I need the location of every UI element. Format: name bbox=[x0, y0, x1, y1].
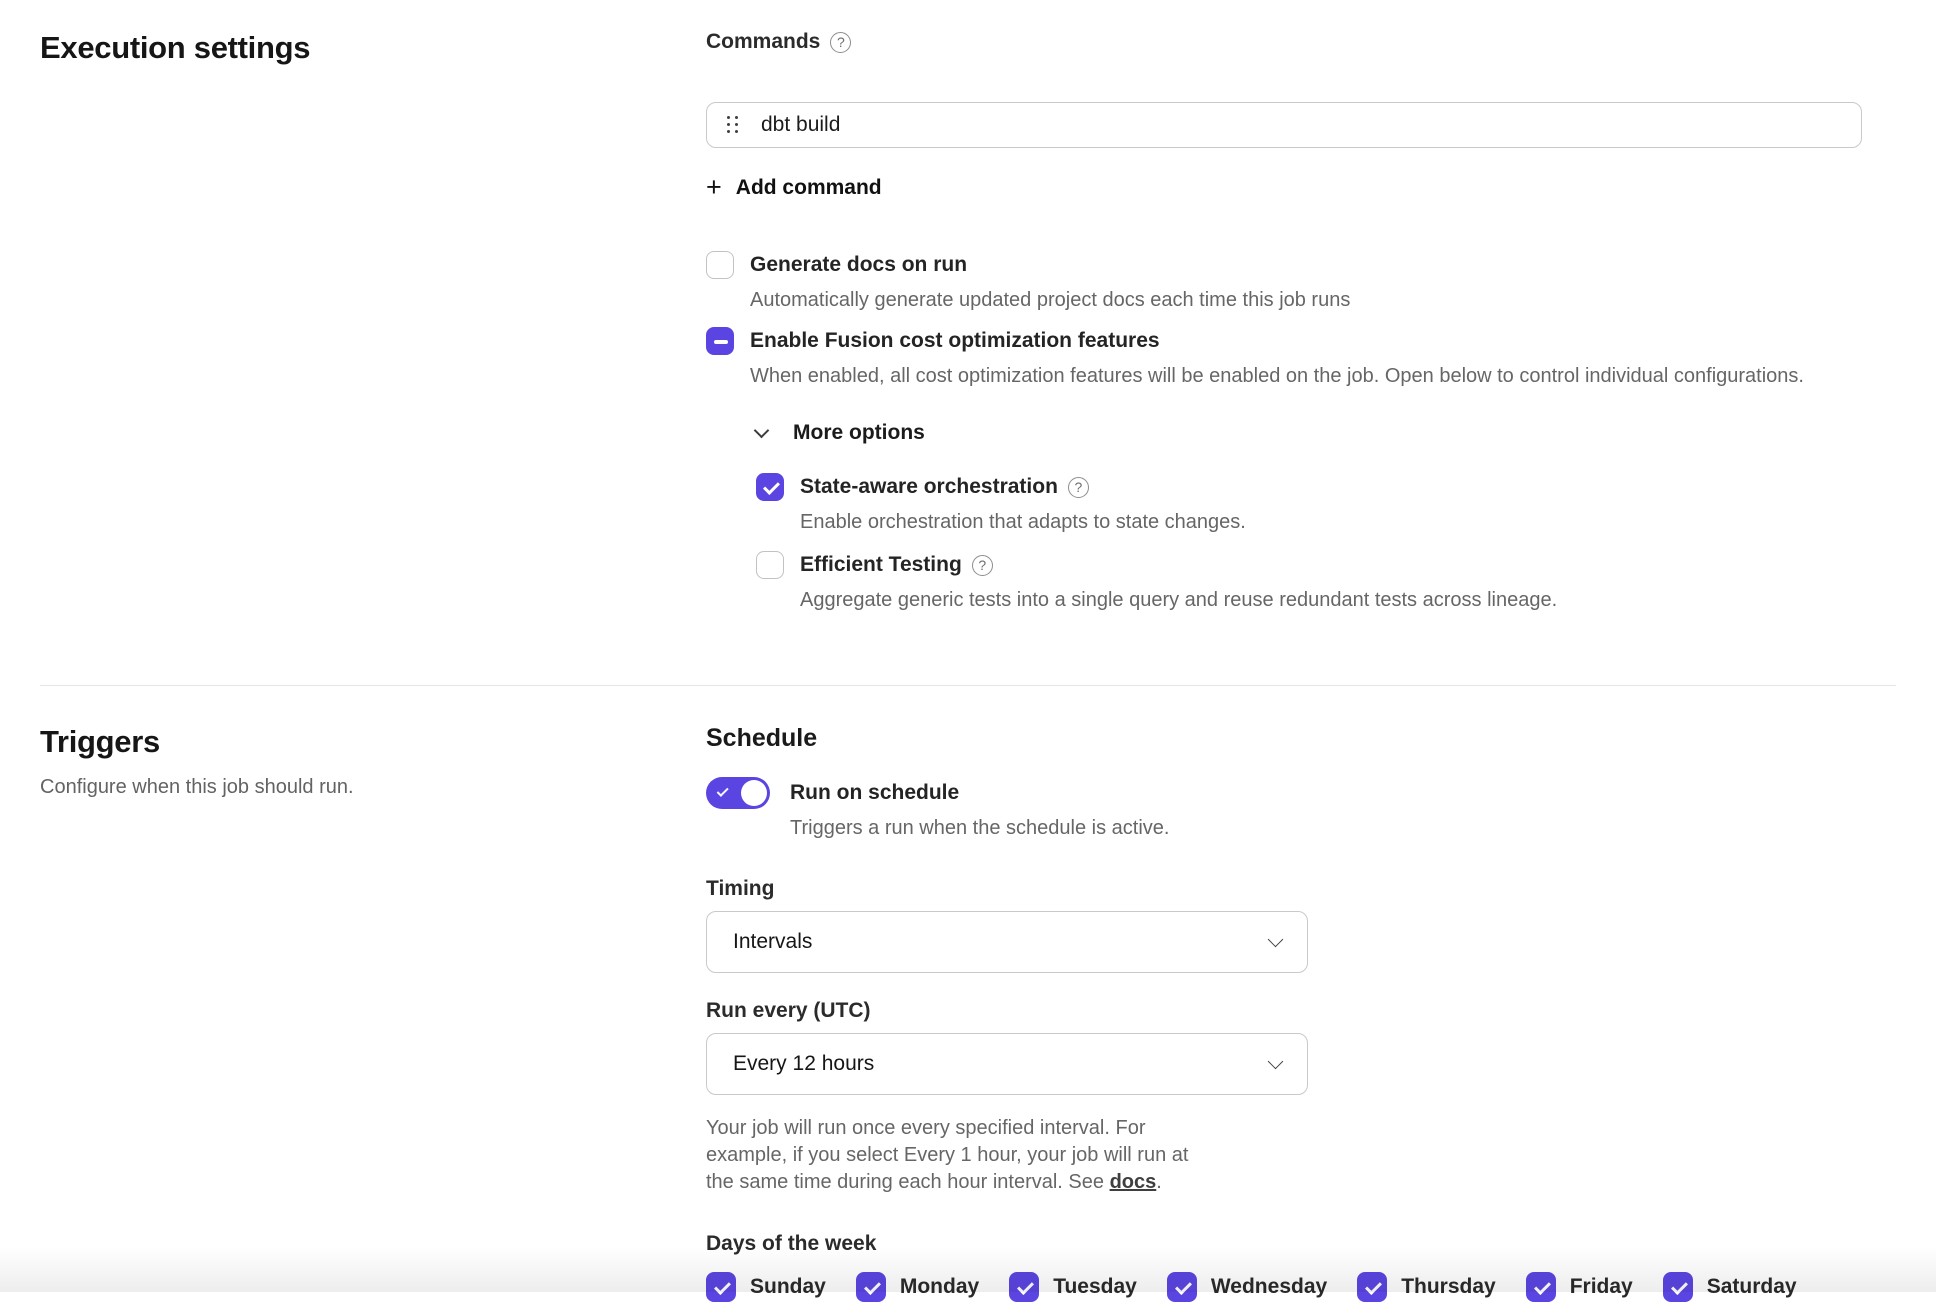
state-aware-orchestration-label: State-aware orchestration bbox=[800, 473, 1058, 501]
tuesday-label: Tuesday bbox=[1053, 1275, 1137, 1299]
more-options-panel: State-aware orchestration ? Enable orche… bbox=[756, 473, 1896, 613]
more-options-label: More options bbox=[793, 421, 925, 445]
triggers-title: Triggers bbox=[40, 724, 706, 760]
day-item-friday: Friday bbox=[1526, 1272, 1633, 1302]
triggers-subtitle: Configure when this job should run. bbox=[40, 776, 706, 799]
add-command-button[interactable]: + Add command bbox=[706, 174, 882, 201]
triggers-left-column: Triggers Configure when this job should … bbox=[40, 724, 706, 1302]
chevron-down-icon bbox=[754, 422, 770, 438]
efficient-testing-help-icon[interactable]: ? bbox=[972, 555, 993, 576]
sunday-label: Sunday bbox=[750, 1275, 826, 1299]
timing-select[interactable]: Intervals bbox=[706, 911, 1308, 973]
generate-docs-description: Automatically generate updated project d… bbox=[750, 287, 1350, 313]
state-aware-orchestration-description: Enable orchestration that adapts to stat… bbox=[800, 509, 1246, 535]
run-every-label: Run every (UTC) bbox=[706, 999, 1896, 1023]
run-on-schedule-toggle[interactable] bbox=[706, 777, 770, 809]
chevron-down-icon bbox=[1268, 1054, 1284, 1070]
commands-label-row: Commands ? bbox=[706, 30, 1896, 54]
add-command-label: Add command bbox=[736, 176, 882, 200]
chevron-down-icon bbox=[1268, 932, 1284, 948]
monday-label: Monday bbox=[900, 1275, 979, 1299]
command-input[interactable]: dbt build bbox=[706, 102, 1862, 148]
docs-link[interactable]: docs bbox=[1110, 1171, 1157, 1193]
toggle-check-icon bbox=[717, 785, 729, 797]
saturday-label: Saturday bbox=[1707, 1275, 1797, 1299]
commands-help-icon[interactable]: ? bbox=[830, 32, 851, 53]
interval-helper-text: Your job will run once every specified i… bbox=[706, 1115, 1204, 1196]
option-generate-docs: Generate docs on run Automatically gener… bbox=[706, 251, 1896, 313]
state-aware-orchestration-help-icon[interactable]: ? bbox=[1068, 477, 1089, 498]
fusion-cost-optimization-label: Enable Fusion cost optimization features bbox=[750, 327, 1160, 355]
execution-settings-section: Execution settings Commands ? dbt build … bbox=[40, 0, 1896, 629]
drag-handle-icon[interactable] bbox=[727, 116, 739, 134]
toggle-knob bbox=[741, 780, 767, 806]
triggers-section: Triggers Configure when this job should … bbox=[40, 686, 1896, 1302]
day-item-tuesday: Tuesday bbox=[1009, 1272, 1137, 1302]
thursday-label: Thursday bbox=[1401, 1275, 1496, 1299]
state-aware-orchestration-checkbox[interactable] bbox=[756, 473, 784, 501]
timing-label: Timing bbox=[706, 877, 1896, 901]
schedule-title: Schedule bbox=[706, 724, 1896, 753]
execution-settings-right-column: Commands ? dbt build + Add command Gener… bbox=[706, 30, 1896, 629]
efficient-testing-description: Aggregate generic tests into a single qu… bbox=[800, 587, 1557, 613]
thursday-checkbox[interactable] bbox=[1357, 1272, 1387, 1302]
job-settings-page: Execution settings Commands ? dbt build … bbox=[0, 0, 1936, 1302]
run-every-select[interactable]: Every 12 hours bbox=[706, 1033, 1308, 1095]
command-value[interactable]: dbt build bbox=[761, 113, 840, 137]
day-item-monday: Monday bbox=[856, 1272, 979, 1302]
day-item-wednesday: Wednesday bbox=[1167, 1272, 1327, 1302]
triggers-right-column: Schedule Run on schedule Triggers a run … bbox=[706, 724, 1896, 1302]
more-options-expander[interactable]: More options bbox=[756, 421, 925, 445]
friday-checkbox[interactable] bbox=[1526, 1272, 1556, 1302]
fusion-cost-optimization-description: When enabled, all cost optimization feat… bbox=[750, 363, 1804, 389]
run-on-schedule-label: Run on schedule bbox=[790, 777, 1169, 809]
days-of-week-row: Sunday Monday Tuesday Wednesday Thursday bbox=[706, 1272, 1896, 1302]
option-efficient-testing: Efficient Testing ? Aggregate generic te… bbox=[756, 551, 1896, 613]
timing-select-value: Intervals bbox=[733, 930, 812, 954]
plus-icon: + bbox=[706, 174, 722, 201]
friday-label: Friday bbox=[1570, 1275, 1633, 1299]
efficient-testing-checkbox[interactable] bbox=[756, 551, 784, 579]
wednesday-label: Wednesday bbox=[1211, 1275, 1327, 1299]
tuesday-checkbox[interactable] bbox=[1009, 1272, 1039, 1302]
days-of-week-label: Days of the week bbox=[706, 1232, 1896, 1256]
run-on-schedule-row: Run on schedule Triggers a run when the … bbox=[706, 777, 1896, 841]
generate-docs-label: Generate docs on run bbox=[750, 251, 967, 279]
option-fusion-cost-optimization: Enable Fusion cost optimization features… bbox=[706, 327, 1896, 389]
saturday-checkbox[interactable] bbox=[1663, 1272, 1693, 1302]
day-item-sunday: Sunday bbox=[706, 1272, 826, 1302]
execution-settings-title: Execution settings bbox=[40, 30, 706, 66]
efficient-testing-label: Efficient Testing bbox=[800, 551, 962, 579]
option-state-aware-orchestration: State-aware orchestration ? Enable orche… bbox=[756, 473, 1896, 535]
sunday-checkbox[interactable] bbox=[706, 1272, 736, 1302]
day-item-thursday: Thursday bbox=[1357, 1272, 1496, 1302]
run-on-schedule-description: Triggers a run when the schedule is acti… bbox=[790, 815, 1169, 841]
run-every-select-value: Every 12 hours bbox=[733, 1052, 874, 1076]
fusion-cost-optimization-checkbox[interactable] bbox=[706, 327, 734, 355]
wednesday-checkbox[interactable] bbox=[1167, 1272, 1197, 1302]
commands-label: Commands bbox=[706, 30, 820, 54]
monday-checkbox[interactable] bbox=[856, 1272, 886, 1302]
day-item-saturday: Saturday bbox=[1663, 1272, 1797, 1302]
generate-docs-checkbox[interactable] bbox=[706, 251, 734, 279]
execution-settings-left-column: Execution settings bbox=[40, 30, 706, 629]
